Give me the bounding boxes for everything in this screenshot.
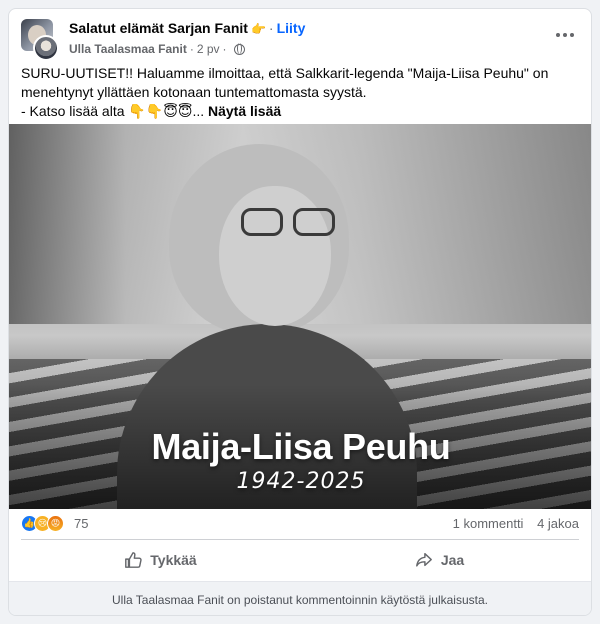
photo-caption-name: Maija-Liisa Peuhu [151, 426, 451, 467]
reactions-bar: 👍 😢 😡 75 1 kommentti 4 jakoa [21, 514, 579, 534]
photo-caption-years: 1942-2025 [236, 469, 366, 494]
see-more-link[interactable]: Näytä lisää [208, 103, 281, 119]
more-options-button[interactable] [551, 25, 579, 45]
like-button-label: Tykkää [150, 551, 197, 568]
reaction-count[interactable]: 75 [74, 516, 88, 531]
pointing-hand-icon: 👉 [250, 22, 266, 36]
group-name[interactable]: Salatut elämät Sarjan Fanit [69, 20, 248, 36]
author-avatar[interactable] [33, 35, 59, 61]
like-button[interactable]: Tykkää [21, 540, 300, 579]
group-name-line: Salatut elämät Sarjan Fanit 👉 · Liity [69, 20, 306, 36]
ellipsis-icon [556, 33, 560, 37]
comment-count[interactable]: 1 kommentti [453, 516, 524, 531]
share-button-label: Jaa [440, 551, 465, 568]
comments-disabled-notice: Ulla Taalasmaa Fanit on poistanut kommen… [9, 581, 591, 615]
author-name[interactable]: Ulla Taalasmaa Fanit [69, 42, 187, 56]
angry-reaction-icon: 😡 [47, 515, 64, 532]
post-time[interactable]: 2 pv [197, 42, 220, 56]
post-meta: Ulla Taalasmaa Fanit · 2 pv · [69, 42, 245, 56]
post-text-line: - Katso lisää alta 👇👇😇😇... Näytä lisää [21, 103, 282, 119]
join-link[interactable]: Liity [277, 20, 306, 36]
post-text-line: SURU-UUTISET!! Haluamme ilmoittaa, että … [21, 65, 549, 81]
post-actions: Tykkää Jaa [21, 539, 579, 579]
post-card: Salatut elämät Sarjan Fanit 👉 · Liity Ulla … [8, 8, 592, 616]
post-photo[interactable]: Maija-Liisa Peuhu 1942-2025 [9, 124, 591, 509]
post-header: Salatut elämät Sarjan Fanit 👉 · Liity Ulla … [21, 19, 579, 63]
reaction-icons[interactable]: 👍 😢 😡 [21, 515, 64, 532]
share-arrow-icon [415, 552, 432, 567]
share-count[interactable]: 4 jakoa [537, 516, 579, 531]
thumbs-up-icon [125, 551, 142, 568]
post-text-line: menehtynyt yllättäen kotonaan tuntematto… [21, 84, 367, 100]
post-text: SURU-UUTISET!! Haluamme ilmoittaa, että … [21, 64, 573, 121]
share-button[interactable]: Jaa [300, 540, 579, 579]
post-stats: 1 kommentti 4 jakoa [453, 516, 579, 531]
globe-icon [233, 43, 245, 55]
